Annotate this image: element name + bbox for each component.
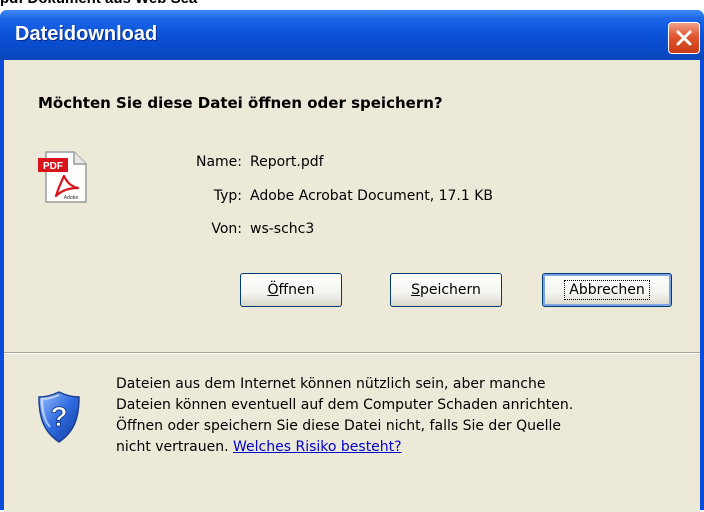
dialog-body: Möchten Sie diese Datei öffnen oder spei… [4,60,700,512]
file-name-label: Name: [195,154,242,170]
close-button[interactable] [668,22,700,54]
warning-line: Öffnen oder speichern Sie diese Datei ni… [116,418,562,434]
download-dialog: Dateidownload Möchten Sie diese Datei öf… [0,10,704,512]
save-mnemonic: S [411,282,420,298]
dialog-title: Dateidownload [15,23,158,45]
warning-line: nicht vertrauen. [116,439,229,455]
dialog-question: Möchten Sie diese Datei öffnen oder spei… [38,94,443,112]
cancel-button-label: Abbrechen [564,280,650,300]
file-type-value: Adobe Acrobat Document, 17.1 KB [250,188,494,204]
file-source-value: ws-schc3 [250,221,315,237]
open-mnemonic: Ö [267,282,279,298]
svg-text:?: ? [50,401,67,432]
file-source-label: Von: [211,221,242,237]
save-label-rest: peichern [419,282,481,298]
save-button-label: Speichern [411,282,481,298]
separator [4,352,700,354]
save-button[interactable]: Speichern [390,273,502,307]
file-name-row: Name: Report.pdf [4,154,504,174]
file-type-label: Typ: [213,188,242,204]
open-button[interactable]: Öffnen [240,273,342,307]
warning-line: Dateien aus dem Internet können nützlich… [116,376,546,392]
warning-line: Dateien können eventuell auf dem Compute… [116,397,574,413]
open-button-label: Öffnen [267,282,314,298]
warning-last-line: nicht vertrauen. Welches Risiko besteht? [116,437,676,458]
open-label-rest: ffnen [278,282,315,298]
background-window-title: pdf Dokument aus Web Sea [0,0,704,10]
cancel-button[interactable]: Abbrechen [542,273,672,307]
risk-info-link[interactable]: Welches Risiko besteht? [233,439,402,455]
file-source-row: Von: ws-schc3 [4,221,504,241]
title-bar[interactable]: Dateidownload [0,10,704,60]
shield-question-icon: ? [38,391,80,443]
file-type-row: Typ: Adobe Acrobat Document, 17.1 KB [4,188,504,208]
file-name-value: Report.pdf [250,154,324,170]
security-warning: Dateien aus dem Internet können nützlich… [116,374,676,458]
close-icon [676,30,692,46]
